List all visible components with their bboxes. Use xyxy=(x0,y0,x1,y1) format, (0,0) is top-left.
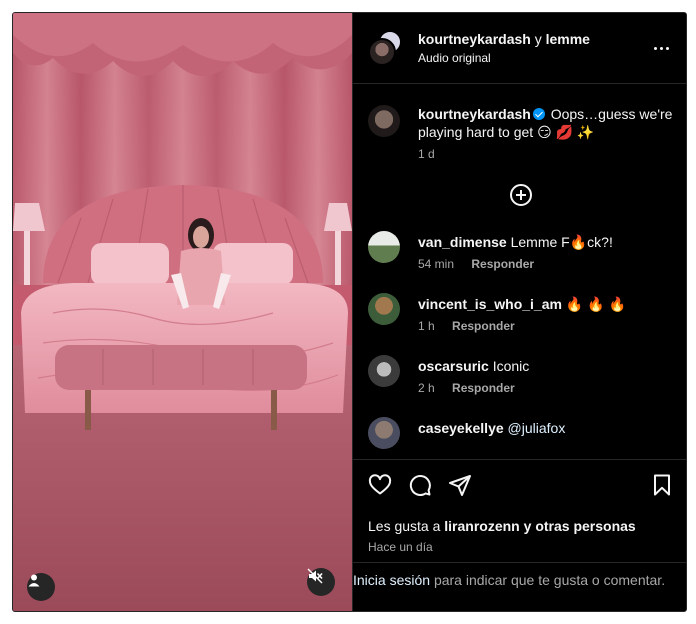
paper-plane-icon xyxy=(449,475,471,496)
author-username[interactable]: kourtneykardash xyxy=(418,31,531,47)
like-button[interactable] xyxy=(368,473,392,497)
login-prompt-text: para indicar que te gusta o comentar. xyxy=(433,572,666,588)
post-video[interactable] xyxy=(13,13,352,611)
comment-mention-link[interactable]: @juliafox xyxy=(508,420,566,436)
comment-item: vincent_is_who_i_am 🔥 🔥 🔥 1 h Responder xyxy=(368,293,674,333)
caption-text-block: kourtneykardash Oops…guess we're playing… xyxy=(418,105,674,141)
video-frame-illustration xyxy=(13,13,352,611)
post-header: kourtneykardash y lemme Audio original xyxy=(353,13,686,84)
post-actions: Les gusta a liranrozenn y otras personas… xyxy=(353,459,686,554)
likes-user[interactable]: liranrozenn xyxy=(444,518,519,534)
caption-age: 1 d xyxy=(418,147,435,161)
post-caption: kourtneykardash Oops…guess we're playing… xyxy=(368,105,674,161)
likes-prefix: Les gusta a xyxy=(368,518,441,534)
comment-button[interactable] xyxy=(408,473,432,497)
author-joiner: y xyxy=(534,31,542,47)
bookmark-icon xyxy=(654,474,670,496)
comment-text: 🔥 🔥 🔥 xyxy=(565,296,626,312)
comment-age: 54 min xyxy=(418,257,455,271)
save-button[interactable] xyxy=(650,473,674,497)
tagged-users-button[interactable] xyxy=(27,573,55,601)
comment-avatar[interactable] xyxy=(368,293,400,325)
collab-avatars[interactable] xyxy=(368,30,404,66)
reply-button[interactable]: Responder xyxy=(471,257,534,271)
load-more-comments-button[interactable] xyxy=(368,183,674,207)
comment-username[interactable]: van_dimense xyxy=(418,234,507,250)
post-authors: kourtneykardash y lemme xyxy=(418,30,649,48)
action-icons xyxy=(368,460,674,510)
user-icon xyxy=(28,574,40,587)
plus-circle-icon xyxy=(510,184,532,206)
caption-username[interactable]: kourtneykardash xyxy=(418,106,531,122)
comment-avatar[interactable] xyxy=(368,355,400,387)
login-prompt: Inicia sesión para indicar que te gusta … xyxy=(353,562,686,589)
comments-list[interactable]: kourtneykardash Oops…guess we're playing… xyxy=(353,85,686,459)
comment-item: caseyekellye @juliafox xyxy=(368,417,674,449)
login-link[interactable]: Inicia sesión xyxy=(353,572,430,588)
comment-text: Iconic xyxy=(492,358,530,374)
comment-avatar[interactable] xyxy=(368,417,400,449)
post-sidebar: kourtneykardash y lemme Audio original k… xyxy=(352,13,686,611)
mute-button[interactable] xyxy=(307,568,335,596)
post-dialog: kourtneykardash y lemme Audio original k… xyxy=(12,12,687,612)
collaborator-username[interactable]: lemme xyxy=(546,31,590,47)
post-header-text: kourtneykardash y lemme Audio original xyxy=(418,30,649,66)
comment-username[interactable]: vincent_is_who_i_am xyxy=(418,296,562,312)
verified-badge-icon xyxy=(532,108,545,120)
heart-icon xyxy=(368,474,392,495)
caption-avatar[interactable] xyxy=(368,105,400,137)
speaker-muted-icon xyxy=(307,568,323,584)
more-options-icon[interactable] xyxy=(649,36,673,60)
comment-avatar[interactable] xyxy=(368,231,400,263)
likes-summary[interactable]: Les gusta a liranrozenn y otras personas xyxy=(368,518,674,534)
comment-icon xyxy=(409,474,431,496)
comment-username[interactable]: caseyekellye xyxy=(418,420,504,436)
likes-suffix[interactable]: y otras personas xyxy=(524,518,636,534)
author-avatar[interactable] xyxy=(368,38,396,66)
comment-age: 1 h xyxy=(418,319,435,333)
reply-button[interactable]: Responder xyxy=(452,381,515,395)
comment-item: van_dimense Lemme F🔥ck?! 54 min Responde… xyxy=(368,231,674,271)
comment-item: oscarsuric Iconic 2 h Responder xyxy=(368,355,674,395)
comment-age: 2 h xyxy=(418,381,435,395)
post-timestamp[interactable]: Hace un día xyxy=(368,540,674,554)
audio-link[interactable]: Audio original xyxy=(418,50,649,66)
reply-button[interactable]: Responder xyxy=(452,319,515,333)
comment-username[interactable]: oscarsuric xyxy=(418,358,489,374)
comment-text: Lemme F🔥ck?! xyxy=(510,234,613,250)
share-button[interactable] xyxy=(448,473,472,497)
